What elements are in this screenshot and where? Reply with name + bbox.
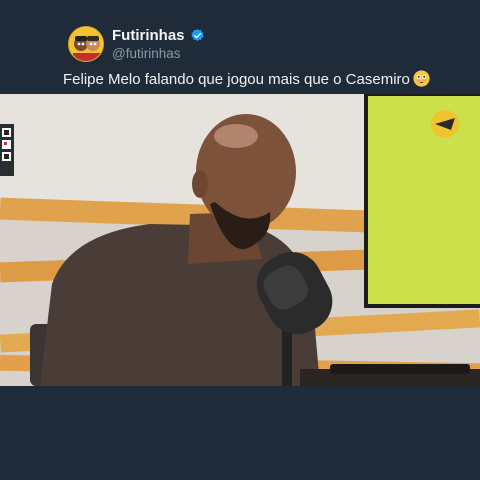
flushed-face-emoji-icon (413, 70, 430, 87)
caption-text: Felipe Melo falando que jogou mais que o… (63, 71, 410, 88)
verified-badge-icon (190, 28, 205, 43)
video-frame (0, 94, 480, 386)
qr-code-icon (0, 124, 14, 176)
video-player[interactable] (0, 94, 480, 386)
name-line: Futirinhas (112, 27, 205, 44)
handle[interactable]: @futirinhas (112, 46, 180, 61)
display-name[interactable]: Futirinhas (112, 27, 185, 44)
avatar[interactable] (68, 26, 104, 62)
post-header: Futirinhas @futirinhas (68, 26, 428, 66)
post-caption: Felipe Melo falando que jogou mais que o… (63, 70, 430, 88)
